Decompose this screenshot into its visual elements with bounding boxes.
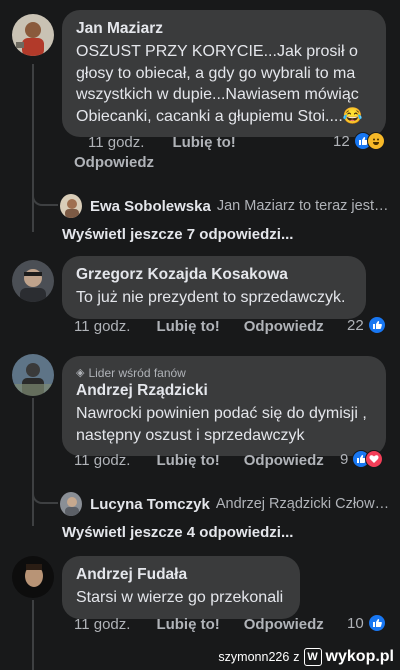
like-button[interactable]: Lubię to! [156,452,219,469]
wykop-logo-icon: W [303,648,322,666]
comment-time[interactable]: 11 godz. [74,318,130,335]
reaction-summary[interactable]: 10 [347,614,386,632]
reaction-summary[interactable]: 22 [347,316,386,334]
comment-bubble: Grzegorz Kozajda Kosakowa To już nie pre… [62,256,366,319]
reaction-count: 12 [333,132,350,150]
comment-bubble: Jan Maziarz OSZUST PRZY KORYCIE...Jak pr… [62,10,386,137]
reply-button[interactable]: Odpowiedz [244,318,324,335]
reaction-count: 22 [347,316,364,334]
watermark: szymonn226 z W wykop.pl [218,648,394,666]
comment-actions: 11 godz. Lubię to! Odpowiedz [74,318,324,335]
comment-actions-row2: Odpowiedz [74,154,154,171]
thread-line [32,600,34,670]
comment-time[interactable]: 11 godz. [88,134,144,151]
reaction-summary[interactable]: 12 [333,132,385,150]
view-more-replies[interactable]: Wyświetl jeszcze 7 odpowiedzi... [62,226,293,243]
reply-author[interactable]: Ewa Sobolewska [90,198,211,215]
reply-button[interactable]: Odpowiedz [244,616,324,633]
avatar [60,194,82,218]
comment-author[interactable]: Andrzej Rządzicki [76,381,372,401]
avatar[interactable] [12,260,54,302]
reply-button[interactable]: Odpowiedz [74,154,154,171]
thread-connector [32,476,58,504]
like-button[interactable]: Lubię to! [172,134,235,151]
reply-button[interactable]: Odpowiedz [244,452,324,469]
comment-text: To już nie prezydent to sprzedawczyk. [76,289,346,306]
comment-time[interactable]: 11 godz. [74,616,130,633]
reaction-summary[interactable]: 9 [340,450,384,468]
view-more-replies[interactable]: Wyświetl jeszcze 4 odpowiedzi... [62,524,293,541]
watermark-sep: z [293,650,300,664]
comment-text: Nawrocki powinien podać się do dymisji ,… [76,405,367,444]
like-button[interactable]: Lubię to! [156,616,219,633]
reply-text: Andrzej Rządzicki Człowiek... [215,496,390,512]
comment-actions: 11 godz. Lubię to! [88,134,236,151]
avatar[interactable] [12,14,54,56]
diamond-icon: ◈ [76,367,85,379]
like-icon [367,316,386,334]
reply-preview[interactable]: Lucyna Tomczyk Andrzej Rządzicki Człowie… [60,486,390,522]
comment-author[interactable]: Jan Maziarz [76,19,372,39]
comment-bubble: ◈ Lider wśród fanów Andrzej Rządzicki Na… [62,356,386,456]
like-icon [367,614,386,632]
comment-author[interactable]: Andrzej Fudała [76,565,286,585]
comment-author[interactable]: Grzegorz Kozajda Kosakowa [76,265,352,285]
comment-actions: 11 godz. Lubię to! Odpowiedz [74,452,324,469]
reply-text: Jan Maziarz to teraz jest po... [216,198,390,214]
reply-preview[interactable]: Ewa Sobolewska Jan Maziarz to teraz jest… [60,188,390,224]
comment-text: OSZUST PRZY KORYCIE...Jak prosił o głosy… [76,43,363,125]
avatar[interactable] [12,354,54,396]
haha-icon [366,132,385,150]
reaction-count: 10 [347,614,364,632]
comment-time[interactable]: 11 godz. [74,452,130,469]
avatar[interactable] [12,556,54,598]
comment-text: Starsi w wierze go przekonali [76,589,284,606]
comment-bubble: Andrzej Fudała Starsi w wierze go przeko… [62,556,300,619]
reply-author[interactable]: Lucyna Tomczyk [90,496,210,513]
avatar [60,492,83,516]
watermark-user: szymonn226 [218,650,290,664]
comment-actions: 11 godz. Lubię to! Odpowiedz [74,616,324,633]
love-icon [365,450,384,468]
thread-connector [32,178,58,206]
thread-line [32,64,34,232]
reaction-count: 9 [340,450,349,468]
top-fan-badge: ◈ Lider wśród fanów [76,366,186,380]
like-button[interactable]: Lubię to! [156,318,219,335]
thread-line [32,398,34,526]
watermark-brand: wykop.pl [325,648,394,665]
